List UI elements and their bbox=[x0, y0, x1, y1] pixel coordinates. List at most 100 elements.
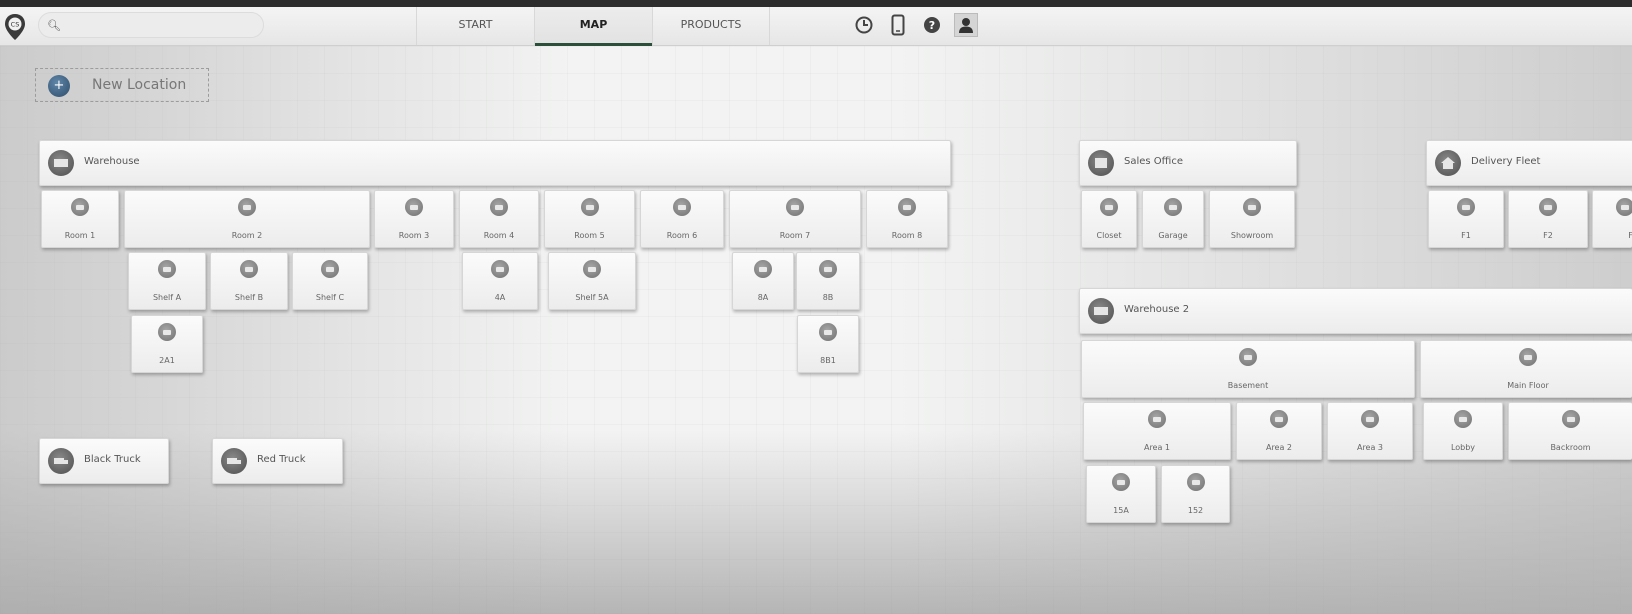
room-icon bbox=[71, 198, 89, 216]
warehouse-icon bbox=[48, 150, 74, 176]
room-8[interactable]: Room 8 bbox=[866, 190, 948, 248]
toolbar: ? bbox=[852, 13, 978, 37]
vehicle-f1[interactable]: F1 bbox=[1428, 190, 1504, 248]
area-icon bbox=[1454, 410, 1472, 428]
logo-icon[interactable]: CS bbox=[4, 13, 26, 41]
office-icon bbox=[1088, 150, 1114, 176]
area-backroom[interactable]: Backroom bbox=[1508, 402, 1632, 460]
floor-main-floor[interactable]: Main Floor bbox=[1420, 340, 1632, 398]
zone-label: 15A bbox=[1113, 506, 1129, 515]
truck-icon bbox=[221, 448, 247, 474]
area-2[interactable]: Area 2 bbox=[1236, 402, 1322, 460]
shelf-label: 8A bbox=[757, 293, 769, 302]
room-icon bbox=[490, 198, 508, 216]
bin-2a1[interactable]: 2A1 bbox=[131, 315, 203, 373]
shelf-icon bbox=[240, 260, 258, 278]
vehicle-f2[interactable]: F2 bbox=[1508, 190, 1588, 248]
floor-basement[interactable]: Basement bbox=[1081, 340, 1415, 398]
truck-icon bbox=[48, 448, 74, 474]
shelf-8a[interactable]: 8A bbox=[732, 252, 794, 310]
tab-products[interactable]: PRODUCTS bbox=[652, 7, 770, 45]
location-sales-office[interactable]: Sales Office bbox=[1079, 140, 1297, 186]
zone-152[interactable]: 152 bbox=[1161, 465, 1230, 523]
room-label: Room 5 bbox=[574, 231, 605, 240]
room-icon bbox=[1164, 198, 1182, 216]
shelf-icon bbox=[819, 260, 837, 278]
user-icon[interactable] bbox=[954, 13, 978, 37]
main-nav: START MAP PRODUCTS bbox=[416, 7, 770, 46]
location-label: Sales Office bbox=[1124, 156, 1183, 167]
room-label: Room 2 bbox=[231, 231, 263, 240]
shelf-label: 8B bbox=[822, 293, 834, 302]
area-3[interactable]: Area 3 bbox=[1327, 402, 1413, 460]
room-7[interactable]: Room 7 bbox=[729, 190, 861, 248]
vehicle-label: F2 bbox=[1543, 231, 1553, 240]
location-warehouse-2[interactable]: Warehouse 2 bbox=[1079, 288, 1632, 334]
shelf-label: Shelf 5A bbox=[575, 293, 609, 302]
mobile-icon[interactable] bbox=[886, 13, 910, 37]
vehicle-label: F1 bbox=[1461, 231, 1471, 240]
room-3[interactable]: Room 3 bbox=[374, 190, 454, 248]
search-input[interactable] bbox=[61, 16, 261, 36]
bin-icon bbox=[158, 323, 176, 341]
search-box[interactable]: 🔍︎ bbox=[38, 12, 264, 38]
shelf-icon bbox=[583, 260, 601, 278]
area-1[interactable]: Area 1 bbox=[1083, 402, 1231, 460]
location-red-truck[interactable]: Red Truck bbox=[212, 438, 343, 484]
area-lobby[interactable]: Lobby bbox=[1423, 402, 1503, 460]
area-label: Area 1 bbox=[1143, 443, 1171, 452]
room-6[interactable]: Room 6 bbox=[640, 190, 724, 248]
shelf-4a[interactable]: 4A bbox=[462, 252, 538, 310]
room-label: Room 3 bbox=[398, 231, 430, 240]
help-icon[interactable]: ? bbox=[920, 13, 944, 37]
shelf-b[interactable]: Shelf B bbox=[210, 252, 288, 310]
room-2[interactable]: Room 2 bbox=[124, 190, 370, 248]
tab-start[interactable]: START bbox=[416, 7, 534, 45]
vehicle-icon bbox=[1457, 198, 1475, 216]
svg-text:CS: CS bbox=[11, 21, 20, 29]
location-delivery-fleet[interactable]: Delivery Fleet bbox=[1426, 140, 1632, 186]
history-icon[interactable] bbox=[852, 13, 876, 37]
shelf-icon bbox=[158, 260, 176, 278]
shelf-8b[interactable]: 8B bbox=[796, 252, 860, 310]
room-icon bbox=[1100, 198, 1118, 216]
area-label: Backroom bbox=[1550, 443, 1591, 452]
area-label: Area 2 bbox=[1265, 443, 1293, 452]
zone-15a[interactable]: 15A bbox=[1086, 465, 1156, 523]
room-showroom[interactable]: Showroom bbox=[1209, 190, 1295, 248]
shelf-c[interactable]: Shelf C bbox=[292, 252, 368, 310]
new-location-button[interactable]: + New Location bbox=[35, 68, 209, 102]
vehicle-label: F3 bbox=[1628, 231, 1632, 240]
bin-icon bbox=[819, 323, 837, 341]
window-frame bbox=[0, 0, 1632, 7]
bin-8b1[interactable]: 8B1 bbox=[797, 315, 859, 373]
bin-label: 2A1 bbox=[159, 356, 175, 365]
room-label: Room 7 bbox=[779, 231, 811, 240]
room-icon bbox=[238, 198, 256, 216]
shelf-icon bbox=[754, 260, 772, 278]
room-label: Showroom bbox=[1230, 231, 1274, 240]
room-1[interactable]: Room 1 bbox=[41, 190, 119, 248]
location-label: Red Truck bbox=[257, 454, 306, 465]
area-icon bbox=[1561, 410, 1580, 428]
area-icon bbox=[1361, 410, 1379, 428]
vehicle-f3[interactable]: F3 bbox=[1592, 190, 1632, 248]
vehicle-icon bbox=[1616, 198, 1632, 216]
home-icon bbox=[1435, 150, 1461, 176]
room-5[interactable]: Room 5 bbox=[544, 190, 635, 248]
svg-text:?: ? bbox=[929, 19, 935, 32]
shelf-5a[interactable]: Shelf 5A bbox=[548, 252, 636, 310]
vehicle-icon bbox=[1539, 198, 1557, 216]
room-icon bbox=[405, 198, 423, 216]
room-garage[interactable]: Garage bbox=[1142, 190, 1204, 248]
location-black-truck[interactable]: Black Truck bbox=[39, 438, 169, 484]
location-warehouse[interactable]: Warehouse bbox=[39, 140, 951, 186]
floor-label: Basement bbox=[1227, 381, 1269, 390]
room-4[interactable]: Room 4 bbox=[459, 190, 539, 248]
room-closet[interactable]: Closet bbox=[1081, 190, 1137, 248]
area-label: Lobby bbox=[1450, 443, 1476, 452]
room-icon bbox=[673, 198, 691, 216]
shelf-a[interactable]: Shelf A bbox=[128, 252, 206, 310]
tab-map[interactable]: MAP bbox=[534, 7, 652, 46]
room-icon bbox=[1243, 198, 1261, 216]
